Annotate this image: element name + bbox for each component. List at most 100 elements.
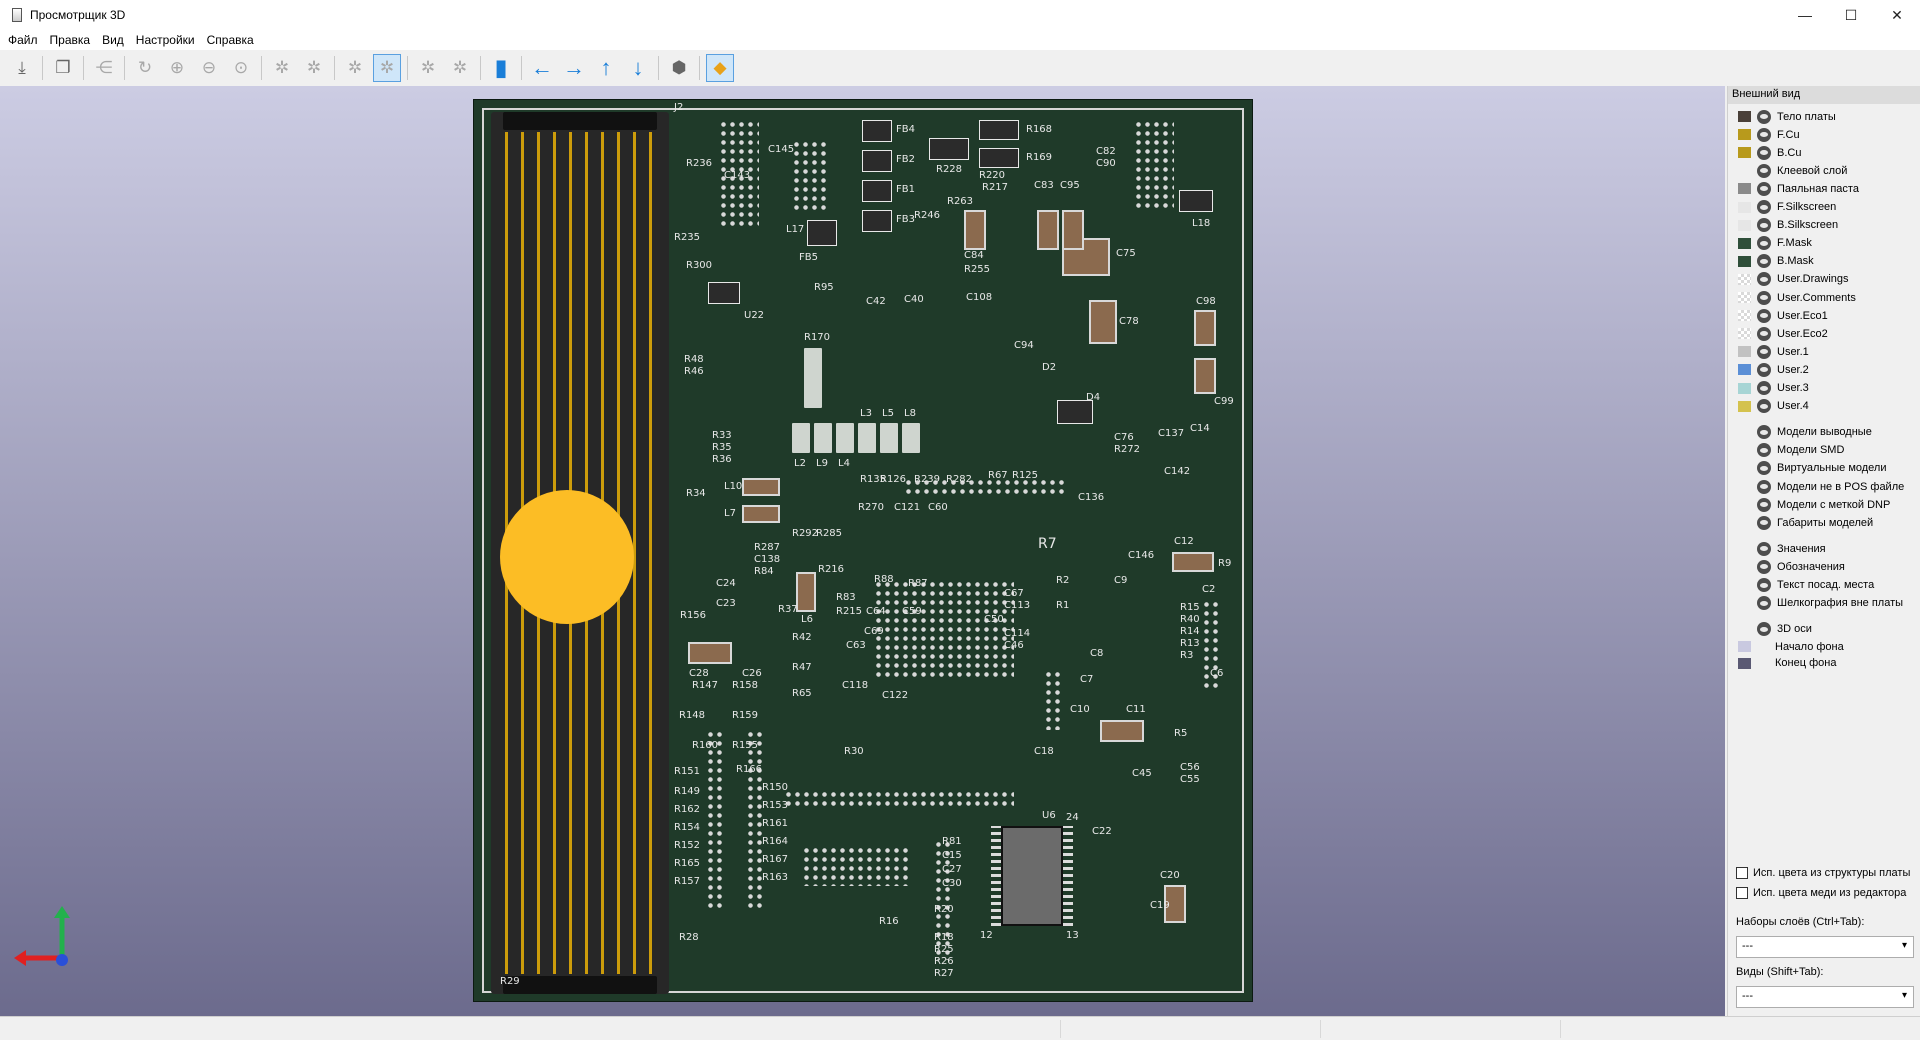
layer-color-swatch[interactable] xyxy=(1738,543,1751,554)
layer-row-модели-с-меткой-dnp[interactable]: Модели с меткой DNP xyxy=(1738,496,1890,513)
raytrace-icon[interactable]: ⋲ xyxy=(90,54,118,82)
background-color-swatch[interactable] xyxy=(1738,641,1751,653)
menu-preferences[interactable]: Настройки xyxy=(130,33,201,47)
visibility-eye-icon[interactable] xyxy=(1757,479,1771,494)
layer-row-f-silkscreen[interactable]: F.Silkscreen xyxy=(1738,199,1836,216)
flip-board-icon[interactable]: ▮ xyxy=(487,54,515,82)
layer-row-f-cu[interactable]: F.Cu xyxy=(1738,126,1800,143)
layer-row-модели-smd[interactable]: Модели SMD xyxy=(1738,442,1844,459)
visibility-eye-icon[interactable] xyxy=(1757,109,1771,124)
layer-row-модели-выводные[interactable]: Модели выводные xyxy=(1738,424,1872,441)
layer-color-swatch[interactable] xyxy=(1738,481,1751,492)
layer-color-swatch[interactable] xyxy=(1738,561,1751,572)
layer-color-swatch[interactable] xyxy=(1738,219,1751,231)
layer-row-паяльная-паста[interactable]: Паяльная паста xyxy=(1738,180,1859,197)
visibility-eye-icon[interactable] xyxy=(1757,578,1771,592)
layer-row-user-4[interactable]: User.4 xyxy=(1738,398,1809,415)
layer-color-swatch[interactable] xyxy=(1738,310,1751,322)
layer-row-b-mask[interactable]: B.Mask xyxy=(1738,253,1814,270)
layer-row-user-drawings[interactable]: User.Drawings xyxy=(1738,271,1849,288)
visibility-eye-icon[interactable] xyxy=(1757,254,1771,269)
zoom-fit-icon[interactable]: ⊙ xyxy=(227,54,255,82)
visibility-eye-icon[interactable] xyxy=(1757,290,1771,305)
menu-edit[interactable]: Правка xyxy=(44,33,97,47)
zoom-out-icon[interactable]: ⊖ xyxy=(195,54,223,82)
background-color-row[interactable]: Начало фона xyxy=(1738,639,1844,655)
layer-color-swatch[interactable] xyxy=(1738,427,1751,438)
copy-image-icon[interactable]: ❐ xyxy=(49,54,77,82)
layer-row-user-3[interactable]: User.3 xyxy=(1738,380,1809,397)
layer-row-3d-оси[interactable]: 3D оси xyxy=(1738,621,1812,638)
layer-row-f-mask[interactable]: F.Mask xyxy=(1738,235,1812,252)
layer-color-swatch[interactable] xyxy=(1738,445,1751,456)
layer-color-swatch[interactable] xyxy=(1738,463,1751,474)
layer-color-swatch[interactable] xyxy=(1738,580,1751,591)
layer-color-swatch[interactable] xyxy=(1738,237,1751,249)
layer-row-габариты-моделей[interactable]: Габариты моделей xyxy=(1738,514,1873,531)
reload-board-icon[interactable]: ⤓ xyxy=(8,54,36,82)
layer-row-обозначения[interactable]: Обозначения xyxy=(1738,558,1845,575)
menu-view[interactable]: Вид xyxy=(96,33,130,47)
layer-color-swatch[interactable] xyxy=(1738,382,1751,394)
viewports-select[interactable]: --- ▾ xyxy=(1736,986,1914,1008)
visibility-eye-icon[interactable] xyxy=(1757,515,1771,530)
layer-color-swatch[interactable] xyxy=(1738,499,1751,510)
rotate-z-cw-icon[interactable]: ✲ xyxy=(414,54,442,82)
layer-row-клеевой-слой[interactable]: Клеевой слой xyxy=(1738,162,1847,179)
layer-color-swatch[interactable] xyxy=(1738,328,1751,340)
rotate-x-ccw-icon[interactable]: ✲ xyxy=(300,54,328,82)
visibility-eye-icon[interactable] xyxy=(1757,308,1771,323)
menu-help[interactable]: Справка xyxy=(201,33,260,47)
layer-row-user-eco1[interactable]: User.Eco1 xyxy=(1738,307,1828,324)
visibility-eye-icon[interactable] xyxy=(1757,218,1771,233)
layer-color-swatch[interactable] xyxy=(1738,292,1751,303)
3d-viewport[interactable]: J2 U22 FB4 FB2 FB1 FB3 FB5 R168 R169 C75… xyxy=(0,86,1725,1016)
layer-row-user-1[interactable]: User.1 xyxy=(1738,343,1809,360)
ortho-projection-icon[interactable]: ⬢ xyxy=(665,54,693,82)
layer-row-тело-платы[interactable]: Тело платы xyxy=(1738,108,1836,125)
maximize-button[interactable]: ☐ xyxy=(1828,0,1874,30)
visibility-eye-icon[interactable] xyxy=(1757,622,1771,637)
rotate-z-ccw-icon[interactable]: ✲ xyxy=(446,54,474,82)
use-copper-colors-row[interactable]: Исп. цвета меди из редактора xyxy=(1736,887,1906,899)
layer-row-текст-посад-места[interactable]: Текст посад. места xyxy=(1738,577,1874,594)
layer-row-user-eco2[interactable]: User.Eco2 xyxy=(1738,325,1828,342)
visibility-eye-icon[interactable] xyxy=(1757,236,1771,251)
layer-row-модели-не-в-pos-файле[interactable]: Модели не в POS файле xyxy=(1738,478,1904,495)
refresh-icon[interactable]: ↻ xyxy=(131,54,159,82)
visibility-eye-icon[interactable] xyxy=(1757,559,1771,574)
visibility-eye-icon[interactable] xyxy=(1757,344,1771,359)
rotate-y-cw-icon[interactable]: ✲ xyxy=(341,54,369,82)
layers-manager-icon[interactable]: ◆ xyxy=(706,54,734,82)
move-down-icon[interactable]: ↓ xyxy=(624,54,652,82)
visibility-eye-icon[interactable] xyxy=(1757,127,1771,142)
layer-color-swatch[interactable] xyxy=(1738,129,1751,141)
use-copper-colors-checkbox[interactable] xyxy=(1736,887,1748,899)
layer-color-swatch[interactable] xyxy=(1738,147,1751,159)
visibility-eye-icon[interactable] xyxy=(1757,497,1771,512)
move-left-icon[interactable]: ← xyxy=(528,54,556,82)
layer-color-swatch[interactable] xyxy=(1738,111,1751,122)
layer-presets-select[interactable]: --- ▾ xyxy=(1736,936,1914,958)
visibility-eye-icon[interactable] xyxy=(1757,163,1771,178)
visibility-eye-icon[interactable] xyxy=(1757,541,1771,556)
move-right-icon[interactable]: → xyxy=(560,54,588,82)
layer-row-user-comments[interactable]: User.Comments xyxy=(1738,289,1856,306)
rotate-y-ccw-icon[interactable]: ✲ xyxy=(373,54,401,82)
visibility-eye-icon[interactable] xyxy=(1757,381,1771,395)
layer-color-swatch[interactable] xyxy=(1738,273,1751,285)
visibility-eye-icon[interactable] xyxy=(1757,326,1771,341)
layer-color-swatch[interactable] xyxy=(1738,165,1751,176)
close-button[interactable]: ✕ xyxy=(1874,0,1920,30)
layer-row-user-2[interactable]: User.2 xyxy=(1738,361,1809,378)
visibility-eye-icon[interactable] xyxy=(1757,145,1771,160)
visibility-eye-icon[interactable] xyxy=(1757,425,1771,440)
zoom-in-icon[interactable]: ⊕ xyxy=(163,54,191,82)
use-board-stackup-colors-row[interactable]: Исп. цвета из структуры платы xyxy=(1736,867,1910,879)
layer-row-шелкография-вне-платы[interactable]: Шелкография вне платы xyxy=(1738,595,1903,612)
background-color-row[interactable]: Конец фона xyxy=(1738,655,1836,671)
layer-row-значения[interactable]: Значения xyxy=(1738,540,1826,557)
layer-color-swatch[interactable] xyxy=(1738,255,1751,267)
layer-row-b-silkscreen[interactable]: B.Silkscreen xyxy=(1738,217,1838,234)
layer-color-swatch[interactable] xyxy=(1738,624,1751,635)
